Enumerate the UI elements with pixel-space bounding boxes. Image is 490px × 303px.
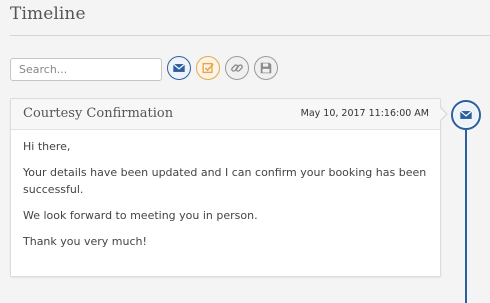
save-button[interactable] bbox=[254, 56, 278, 80]
page-title: Timeline bbox=[10, 4, 86, 24]
card-pointer-fill bbox=[440, 108, 446, 120]
envelope-icon bbox=[172, 63, 186, 72]
title-divider bbox=[10, 35, 490, 36]
checkbox-icon bbox=[202, 62, 214, 74]
entry-paragraph: Thank you very much! bbox=[23, 235, 147, 248]
entry-body: Hi there, Your details have been updated… bbox=[11, 130, 440, 250]
envelope-icon bbox=[459, 110, 473, 119]
entry-paragraph: Hi there, bbox=[23, 140, 71, 153]
timeline-node bbox=[451, 100, 481, 130]
search-input[interactable] bbox=[10, 58, 162, 81]
entry-header: Courtesy Confirmation May 10, 2017 11:16… bbox=[11, 99, 440, 130]
filter-link-button[interactable] bbox=[225, 56, 249, 80]
timeline-entry-card[interactable]: Courtesy Confirmation May 10, 2017 11:16… bbox=[10, 98, 441, 277]
link-icon bbox=[231, 64, 243, 72]
entry-paragraph: We look forward to meeting you in person… bbox=[23, 209, 258, 222]
floppy-disk-icon bbox=[260, 62, 272, 74]
entry-timestamp: May 10, 2017 11:16:00 AM bbox=[300, 108, 429, 119]
entry-title: Courtesy Confirmation bbox=[23, 106, 174, 121]
timeline-line bbox=[465, 128, 467, 303]
filter-email-button[interactable] bbox=[167, 56, 191, 80]
filter-task-button[interactable] bbox=[196, 56, 220, 80]
entry-paragraph: Your details have been updated and I can… bbox=[23, 166, 427, 196]
